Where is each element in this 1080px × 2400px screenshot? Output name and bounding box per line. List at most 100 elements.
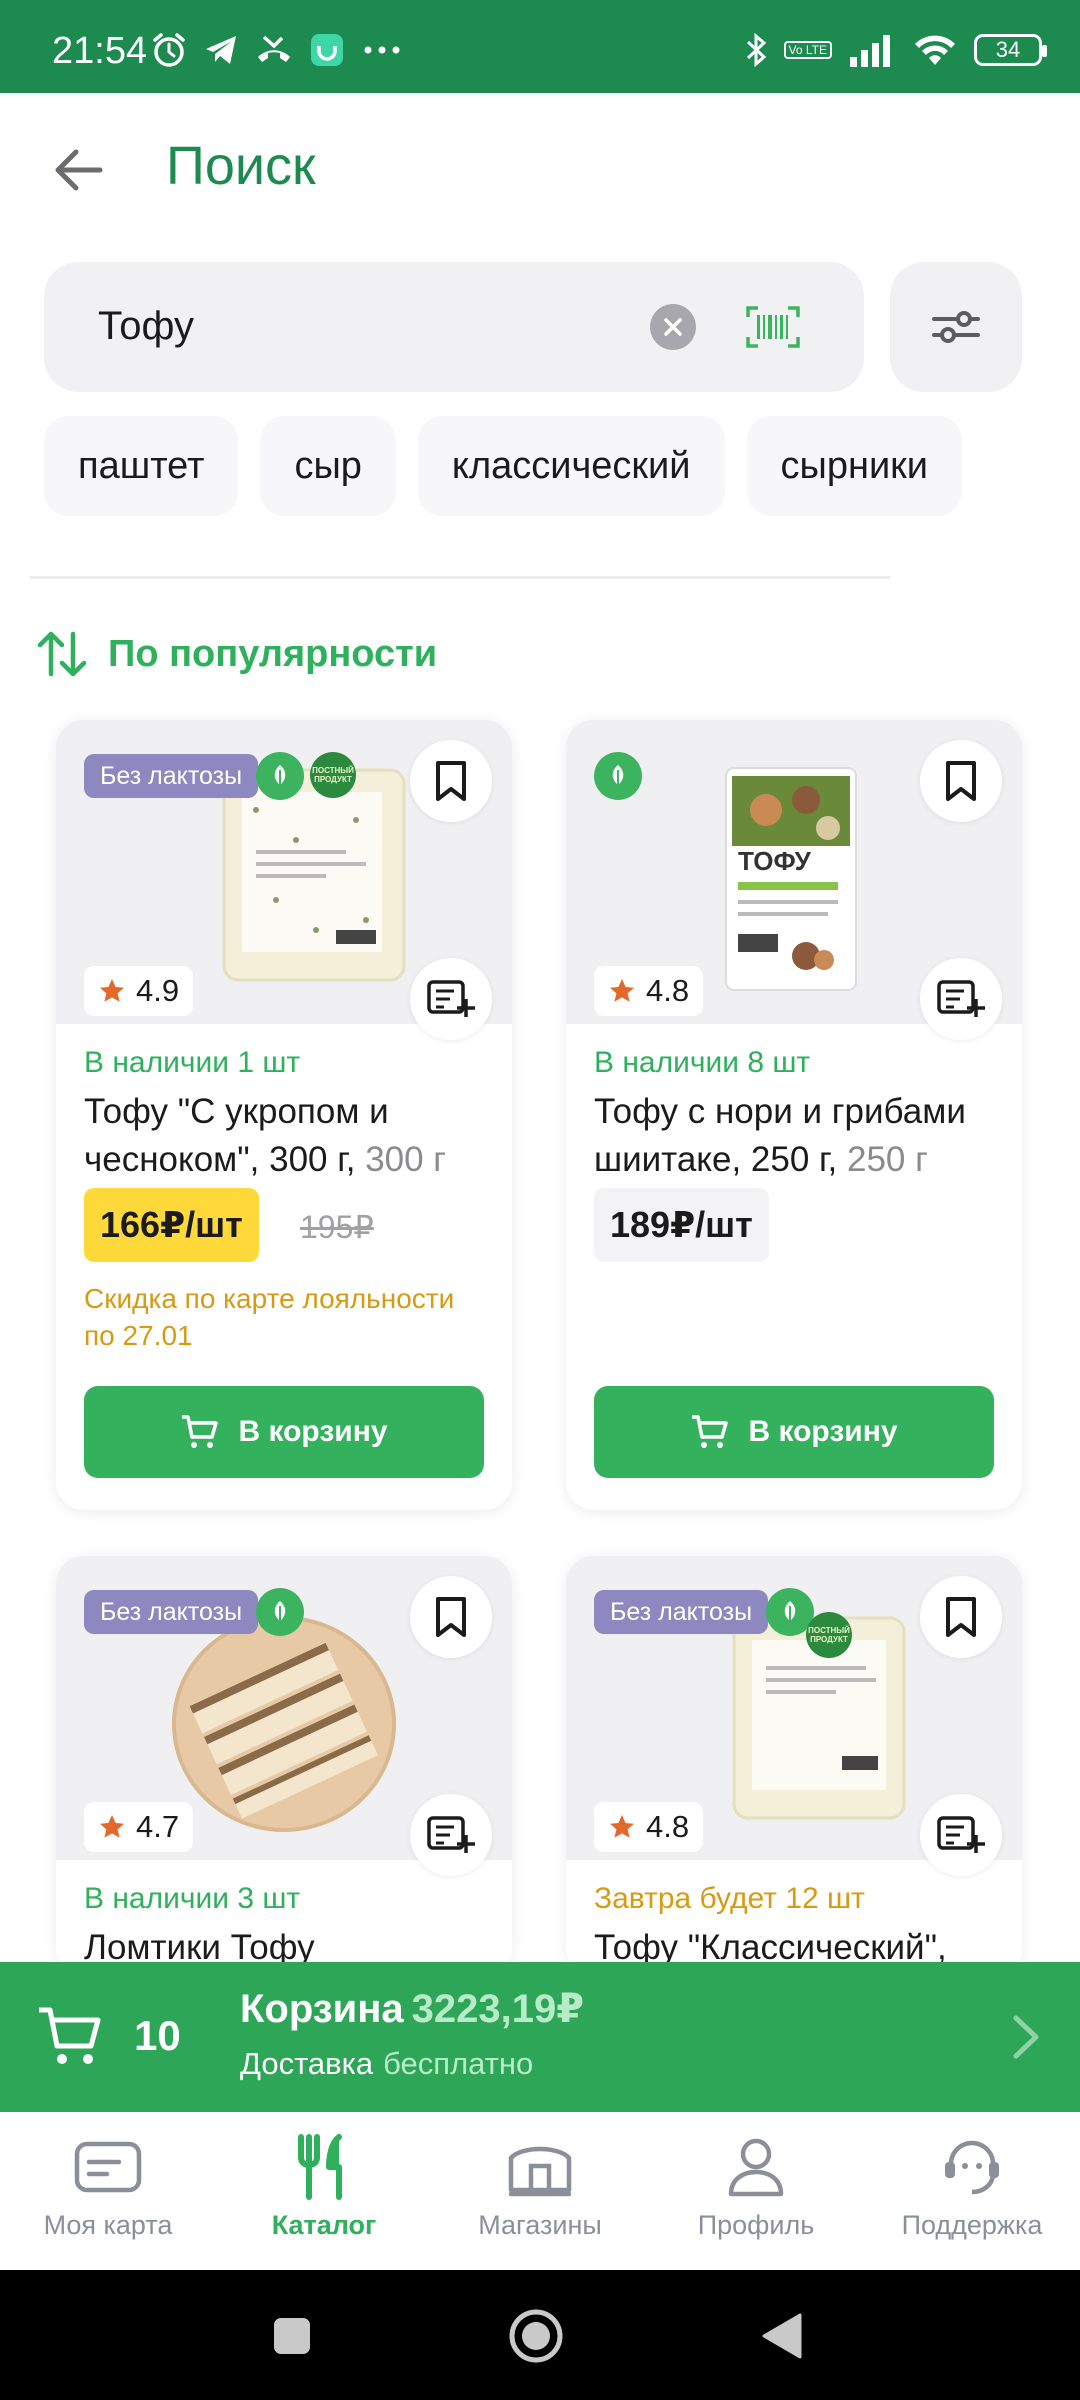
- rating-value: 4.8: [646, 1809, 690, 1844]
- lent-product-badge: ПОСТНЫЙ ПРОДУКТ: [310, 752, 356, 798]
- support-icon: [945, 2140, 999, 2195]
- cart-button-label: В корзину: [748, 1415, 898, 1448]
- bottom-navigation: Моя карта Каталог Магазины Профиль Подде…: [0, 2112, 1080, 2270]
- app-notification-icon: [308, 31, 346, 69]
- filter-sliders-icon: [932, 311, 980, 343]
- delivery-info: Доставка бесплатно: [240, 2046, 534, 2081]
- stock-status: Завтра будет 12 шт: [594, 1882, 865, 1915]
- cart-count: 10: [134, 2012, 181, 2059]
- nav-stores[interactable]: Магазины: [432, 2134, 648, 2241]
- star-icon: [100, 1815, 124, 1838]
- bookmark-button[interactable]: [410, 1576, 492, 1658]
- alarm-icon: [150, 31, 188, 69]
- bookmark-button[interactable]: [410, 740, 492, 822]
- home-circle-icon: [509, 2309, 563, 2363]
- status-icons-right: Vo LTE 34: [744, 30, 1047, 70]
- bookmark-button[interactable]: [920, 740, 1002, 822]
- filter-button[interactable]: [890, 262, 1022, 392]
- rating: 4.9: [84, 966, 194, 1016]
- product-card[interactable]: Без лактозы 4.7 В наличии 3 шт Ломтики Т…: [56, 1556, 512, 1976]
- square-icon: [274, 2318, 310, 2354]
- cart-button-label: В корзину: [238, 1415, 388, 1448]
- nav-catalog[interactable]: Каталог: [216, 2134, 432, 2241]
- product-weight: 250 г: [846, 1140, 928, 1179]
- add-to-list-button[interactable]: [920, 1794, 1002, 1876]
- rating: 4.8: [594, 1802, 704, 1852]
- list-add-icon: [937, 1816, 985, 1853]
- nav-my-card[interactable]: Моя карта: [0, 2134, 216, 2241]
- rating-value: 4.8: [646, 973, 690, 1008]
- back-button[interactable]: [48, 140, 108, 200]
- add-to-list-button[interactable]: [920, 958, 1002, 1040]
- leaf-icon: [256, 752, 304, 800]
- star-icon: [610, 1815, 634, 1838]
- profile-icon: [728, 2138, 784, 2197]
- add-to-list-button[interactable]: [410, 1794, 492, 1876]
- product-card[interactable]: Без лактозы ПОСТНЫЙ ПРОДУКТ 4.8 Завтра б…: [566, 1556, 1022, 1976]
- svg-text:ТОФУ: ТОФУ: [738, 846, 812, 876]
- divider: [30, 576, 890, 579]
- more-dots-icon: [360, 31, 404, 69]
- fork-knife-icon: [298, 2134, 342, 2200]
- barcode-scan-button[interactable]: [744, 298, 802, 356]
- old-price: 195₽: [300, 1209, 374, 1245]
- recent-apps-button[interactable]: [262, 2306, 322, 2366]
- clear-search-button[interactable]: [650, 304, 696, 350]
- volte-icon: Vo LTE: [783, 41, 832, 59]
- nav-support[interactable]: Поддержка: [864, 2134, 1080, 2241]
- back-system-button[interactable]: [752, 2306, 812, 2366]
- chip-syr[interactable]: сыр: [260, 416, 396, 516]
- bookmark-icon: [436, 1597, 466, 1637]
- battery-icon: 34: [974, 34, 1047, 66]
- lactose-free-badge: Без лактозы: [84, 754, 259, 798]
- add-to-cart-button[interactable]: В корзину: [84, 1386, 484, 1478]
- page-title: Поиск: [166, 136, 316, 196]
- product-name[interactable]: Тофу "С укропом и чесноком", 300 г, 300 …: [84, 1088, 494, 1184]
- rating: 4.7: [84, 1802, 194, 1852]
- lactose-free-badge: Без лактозы: [84, 1590, 259, 1634]
- sort-label: По популярности: [108, 632, 438, 675]
- cart-icon: [692, 1415, 729, 1448]
- system-navigation-bar: [0, 2270, 1080, 2400]
- stock-status: В наличии 3 шт: [84, 1882, 301, 1915]
- status-time: 21:54: [52, 30, 148, 72]
- nav-profile[interactable]: Профиль: [648, 2134, 864, 2241]
- search-input[interactable]: [98, 296, 658, 356]
- price-tag: 166₽/шт: [84, 1188, 259, 1262]
- chip-pashtet[interactable]: паштет: [44, 416, 239, 516]
- leaf-icon: [256, 1588, 304, 1636]
- bookmark-icon: [436, 761, 466, 801]
- cart-icon: [182, 1415, 219, 1448]
- suggestion-chips: паштет сыр классический сырники: [44, 416, 1080, 516]
- home-button[interactable]: [506, 2306, 566, 2366]
- stock-status: В наличии 1 шт: [84, 1046, 301, 1079]
- sort-arrows-icon: [37, 631, 87, 677]
- sort-button[interactable]: По популярности: [36, 628, 437, 680]
- barcode-icon: [746, 306, 800, 348]
- cart-icon: [39, 2007, 101, 2064]
- chip-klassicheskiy[interactable]: классический: [417, 416, 725, 516]
- chip-syrniki[interactable]: сырники: [746, 416, 963, 516]
- chevron-right-icon: [1013, 2015, 1039, 2059]
- stock-status: В наличии 8 шт: [594, 1046, 811, 1079]
- bookmark-icon: [946, 1597, 976, 1637]
- product-card[interactable]: ТОФУ 4.8 В наличии 8 шт Тофу с нори и гр…: [566, 720, 1022, 1510]
- star-icon: [610, 979, 634, 1002]
- card-icon: [74, 2141, 142, 2193]
- search-box[interactable]: [44, 262, 864, 392]
- add-to-cart-button[interactable]: В корзину: [594, 1386, 994, 1478]
- close-icon: [664, 318, 682, 336]
- product-name[interactable]: Тофу с нори и грибами шиитаке, 250 г, 25…: [594, 1088, 1004, 1184]
- cart-sum: 3223,19₽: [411, 1987, 585, 2031]
- star-icon: [100, 979, 124, 1002]
- signal-icon: [848, 31, 896, 69]
- store-icon: [508, 2146, 572, 2197]
- telegram-icon: [202, 31, 240, 69]
- add-to-list-button[interactable]: [410, 958, 492, 1040]
- product-card[interactable]: Без лактозы ПОСТНЫЙ ПРОДУКТ 4.9 В наличи…: [56, 720, 512, 1510]
- lent-product-badge: ПОСТНЫЙ ПРОДУКТ: [806, 1612, 852, 1658]
- back-arrow-icon: [55, 149, 103, 191]
- bluetooth-icon: [744, 31, 768, 69]
- cart-bar[interactable]: 10 Корзина 3223,19₽ Доставка бесплатно: [0, 1962, 1080, 2112]
- bookmark-button[interactable]: [920, 1576, 1002, 1658]
